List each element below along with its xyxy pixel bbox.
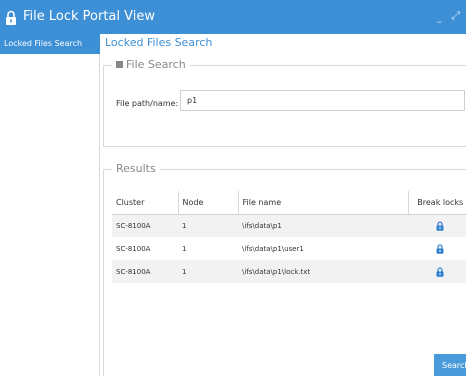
results-group: Results Cluster Node File name Break loc…: [103, 162, 466, 376]
collapse-icon[interactable]: [116, 61, 123, 68]
file-search-legend: File Search: [112, 58, 190, 71]
table-row[interactable]: SC-8100A 1 \ifs\data\p1: [112, 214, 466, 237]
main-panel: Locked Files Search File Search File pat…: [101, 34, 466, 376]
maximize-icon[interactable]: ⤢: [451, 9, 460, 23]
column-header-file-name[interactable]: File name: [237, 191, 408, 215]
cell-file-name: \ifs\data\p1\user1: [242, 244, 304, 253]
cell-file-name: \ifs\data\p1: [238, 214, 408, 237]
unlock-icon[interactable]: [436, 243, 444, 254]
file-path-input[interactable]: [180, 90, 465, 111]
title-bar: File Lock Portal View – ⤢: [0, 0, 466, 34]
cell-break-locks: [408, 214, 466, 237]
lock-icon: [6, 10, 16, 25]
cell-node: 1: [178, 260, 238, 283]
search-button[interactable]: Search: [434, 354, 466, 376]
unlock-icon[interactable]: [436, 221, 444, 231]
results-legend: Results: [112, 162, 160, 175]
page-title: Locked Files Search: [105, 36, 213, 49]
cell-cluster: SC-8100A: [112, 260, 178, 283]
sidebar-item-locked-files-search[interactable]: Locked Files Search: [0, 34, 100, 54]
column-header-node[interactable]: Node: [177, 191, 238, 215]
cell-node: 1: [178, 214, 238, 237]
table-row[interactable]: SC-8100A 1 \ifs\data\p1\lock.txt: [112, 260, 466, 283]
file-search-group: File Search File path/name:: [103, 58, 466, 147]
minimize-icon[interactable]: –: [437, 15, 443, 28]
unlock-icon[interactable]: [436, 266, 444, 277]
window-title: File Lock Portal View: [23, 9, 155, 24]
column-header-cluster[interactable]: Cluster: [112, 191, 178, 215]
sidebar-item-label: Locked Files Search: [4, 39, 83, 48]
results-table: Cluster Node File name Break locks SC-81…: [112, 191, 466, 283]
results-header-row: Cluster Node File name Break locks: [112, 191, 466, 215]
cell-cluster: SC-8100A: [116, 244, 151, 253]
sidebar: Locked Files Search: [0, 34, 100, 376]
cell-node: 1: [182, 244, 187, 253]
cell-break-locks: [408, 260, 466, 283]
column-header-break-locks[interactable]: Break locks: [407, 191, 466, 215]
cell-break-locks: [408, 237, 466, 260]
cell-file-name: \ifs\data\p1\lock.txt: [238, 260, 408, 283]
cell-cluster: SC-8100A: [112, 214, 178, 237]
table-row[interactable]: SC-8100A 1 \ifs\data\p1\user1: [112, 237, 466, 260]
file-path-label: File path/name:: [116, 99, 179, 108]
